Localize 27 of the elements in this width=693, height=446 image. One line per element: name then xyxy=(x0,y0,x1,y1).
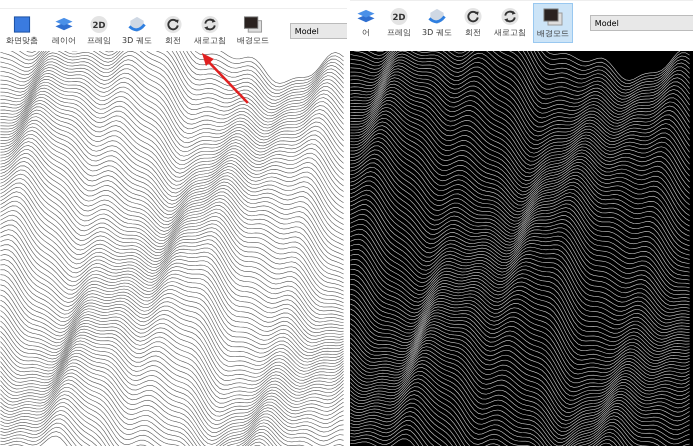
toolbar-button[interactable]: 어 xyxy=(352,3,380,41)
window-icon xyxy=(242,15,263,34)
toolbar-button[interactable]: 화면맞춤 xyxy=(2,11,42,49)
toolbar-button[interactable]: 배경모드 xyxy=(232,11,273,49)
toolbar-button[interactable]: 배경모드 xyxy=(532,3,573,43)
toolbar-button[interactable]: 새로고침 xyxy=(190,11,230,49)
frame-icon: 2D xyxy=(89,15,109,34)
window-icon xyxy=(542,7,563,27)
toolbar-button[interactable]: 회전 xyxy=(458,3,487,41)
toolbar-button[interactable]: 3D 궤도 xyxy=(118,11,156,49)
arrow-annotation xyxy=(202,53,249,104)
cube-orbit-icon xyxy=(126,15,147,34)
toolbar-button[interactable]: 2D 프레임 xyxy=(83,11,115,49)
refresh-icon xyxy=(200,15,220,34)
frame-icon: 2D xyxy=(389,7,409,26)
rotate-icon xyxy=(162,15,183,34)
toolbar-button[interactable]: 3D 궤도 xyxy=(418,3,456,41)
toolbar-button[interactable]: 2D 프레임 xyxy=(383,3,415,41)
layout-dropdown[interactable]: Model xyxy=(590,15,693,31)
toolbar-button[interactable]: 새로고침 xyxy=(490,3,530,41)
rotate-icon xyxy=(462,7,483,26)
refresh-icon xyxy=(500,7,520,26)
toolbar-button[interactable]: 레이어 xyxy=(48,11,80,49)
toolbar-button[interactable]: 회전 xyxy=(158,11,187,49)
layout-dropdown[interactable]: Model xyxy=(290,23,347,39)
cube-orbit-icon xyxy=(426,7,447,26)
fit-screen-icon xyxy=(12,15,32,34)
